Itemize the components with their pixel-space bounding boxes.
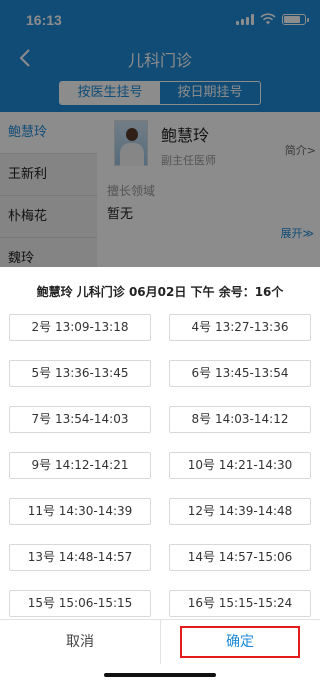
time-slot-button[interactable]: 2号 13:09-13:18 — [9, 314, 151, 341]
time-slot-button[interactable]: 13号 14:48-14:57 — [9, 544, 151, 571]
time-slot-button[interactable]: 4号 13:27-13:36 — [169, 314, 311, 341]
time-slot-button[interactable]: 7号 13:54-14:03 — [9, 406, 151, 433]
home-indicator — [104, 673, 216, 677]
time-slot-button[interactable]: 5号 13:36-13:45 — [9, 360, 151, 387]
time-slot-button[interactable]: 12号 14:39-14:48 — [169, 498, 311, 525]
time-slot-button[interactable]: 14号 14:57-15:06 — [169, 544, 311, 571]
time-slot-button[interactable]: 11号 14:30-14:39 — [9, 498, 151, 525]
cancel-button[interactable]: 取消 — [0, 620, 160, 664]
time-slot-sheet: 鲍慧玲 儿科门诊 06月02日 下午 余号：16个 2号 13:09-13:18… — [0, 267, 320, 691]
confirm-button[interactable]: 确定 — [180, 626, 300, 658]
time-slot-button[interactable]: 6号 13:45-13:54 — [169, 360, 311, 387]
time-slot-button[interactable]: 10号 14:21-14:30 — [169, 452, 311, 479]
sheet-actions: 取消 确定 — [0, 619, 320, 664]
actions-divider — [160, 620, 161, 664]
sheet-title: 鲍慧玲 儿科门诊 06月02日 下午 余号：16个 — [36, 285, 284, 299]
time-slot-button[interactable]: 9号 14:12-14:21 — [9, 452, 151, 479]
time-slot-button[interactable]: 16号 15:15-15:24 — [169, 590, 311, 617]
time-slot-button[interactable]: 15号 15:06-15:15 — [9, 590, 151, 617]
time-slot-button[interactable]: 8号 14:03-14:12 — [169, 406, 311, 433]
